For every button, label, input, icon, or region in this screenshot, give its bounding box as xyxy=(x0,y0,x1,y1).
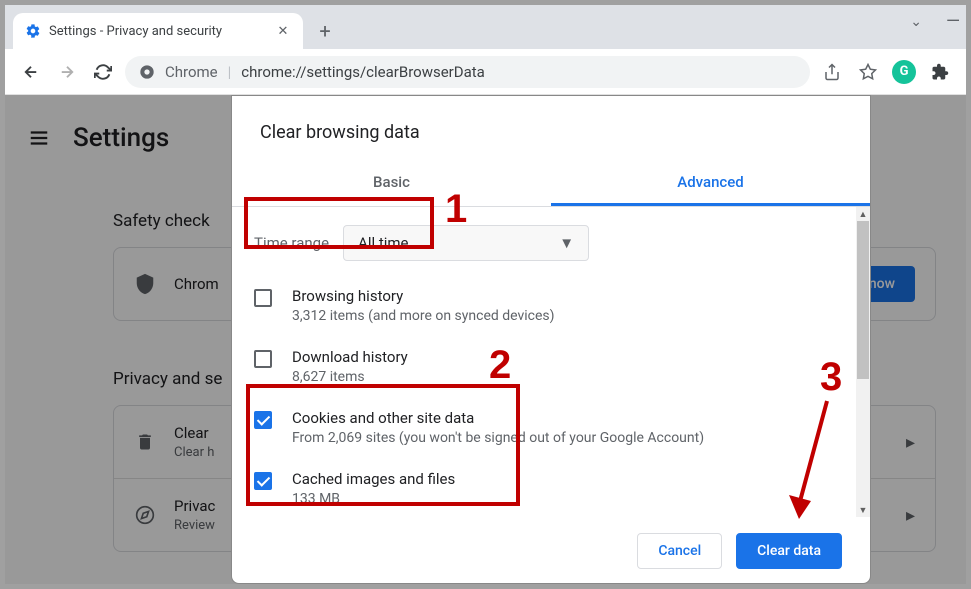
new-tab-button[interactable]: + xyxy=(311,17,339,45)
dialog-tabs: Basic Advanced xyxy=(232,161,870,207)
tab-title: Settings - Privacy and security xyxy=(49,24,267,39)
close-icon[interactable]: ✕ xyxy=(275,23,291,39)
option-sub: 133 MB xyxy=(292,491,848,507)
option-title: Browsing history xyxy=(292,287,848,305)
browser-toolbar: Chrome | chrome://settings/clearBrowserD… xyxy=(5,49,966,95)
option-title: Cached images and files xyxy=(292,470,848,488)
tab-advanced[interactable]: Advanced xyxy=(551,161,870,206)
annotation-number-2: 2 xyxy=(489,343,511,388)
tab-basic[interactable]: Basic xyxy=(232,161,551,206)
reload-button[interactable] xyxy=(89,58,117,86)
chevron-down-icon[interactable]: ⌄ xyxy=(910,14,922,30)
time-range-value: All time xyxy=(358,234,408,252)
cancel-button[interactable]: Cancel xyxy=(637,533,722,569)
extensions-icon[interactable] xyxy=(926,58,954,86)
browser-window: Settings - Privacy and security ✕ + ⌄ — … xyxy=(5,5,966,584)
browser-tab[interactable]: Settings - Privacy and security ✕ xyxy=(13,13,303,49)
checkbox[interactable] xyxy=(254,350,272,368)
scrollbar-thumb[interactable] xyxy=(857,221,869,379)
option-browsing-history[interactable]: Browsing history 3,312 items (and more o… xyxy=(254,275,848,336)
site-info-icon[interactable]: Chrome xyxy=(139,63,218,81)
omnibox-separator: | xyxy=(228,63,232,81)
option-download-history[interactable]: Download history 8,627 items xyxy=(254,336,848,397)
option-sub: 3,312 items (and more on synced devices) xyxy=(292,308,848,324)
minimize-icon[interactable]: — xyxy=(946,11,960,32)
option-title: Download history xyxy=(292,348,848,366)
chevron-down-icon: ▼ xyxy=(559,234,574,252)
checkbox[interactable] xyxy=(254,289,272,307)
option-cookies[interactable]: Cookies and other site data From 2,069 s… xyxy=(254,397,848,458)
address-bar[interactable]: Chrome | chrome://settings/clearBrowserD… xyxy=(125,56,810,88)
time-range-row: Time range All time ▼ xyxy=(254,221,848,275)
share-icon[interactable] xyxy=(818,58,846,86)
option-title: Cookies and other site data xyxy=(292,409,848,427)
annotation-number-1: 1 xyxy=(445,187,467,232)
tab-strip: Settings - Privacy and security ✕ + ⌄ — xyxy=(5,5,966,49)
dialog-body: ▲ ▼ Time range All time ▼ Browsing histo… xyxy=(232,207,870,519)
checkbox-checked[interactable] xyxy=(254,411,272,429)
gear-icon xyxy=(25,23,41,39)
checkbox-checked[interactable] xyxy=(254,472,272,490)
url-text: chrome://settings/clearBrowserData xyxy=(241,63,485,81)
option-cached[interactable]: Cached images and files 133 MB xyxy=(254,458,848,519)
scroll-up-icon[interactable]: ▲ xyxy=(858,209,868,219)
annotation-arrow-3 xyxy=(785,395,845,525)
page-content: Settings Safety check Chrom k now Privac… xyxy=(5,95,966,584)
grammarly-extension-icon[interactable]: G xyxy=(890,58,918,86)
dialog-footer: Cancel Clear data xyxy=(637,533,842,569)
bookmark-icon[interactable] xyxy=(854,58,882,86)
dialog-title: Clear browsing data xyxy=(232,96,870,161)
forward-button[interactable] xyxy=(53,58,81,86)
back-button[interactable] xyxy=(17,58,45,86)
option-sub: 8,627 items xyxy=(292,369,848,385)
time-range-label: Time range xyxy=(254,234,329,252)
scroll-down-icon[interactable]: ▼ xyxy=(858,505,868,515)
clear-data-button[interactable]: Clear data xyxy=(736,533,842,569)
annotation-number-3: 3 xyxy=(820,355,842,400)
window-controls: ⌄ — xyxy=(910,11,960,32)
clear-browsing-data-dialog: Clear browsing data Basic Advanced ▲ ▼ T… xyxy=(231,95,871,584)
scrollbar-track[interactable]: ▲ ▼ xyxy=(856,207,870,517)
option-sub: From 2,069 sites (you won't be signed ou… xyxy=(292,430,848,446)
